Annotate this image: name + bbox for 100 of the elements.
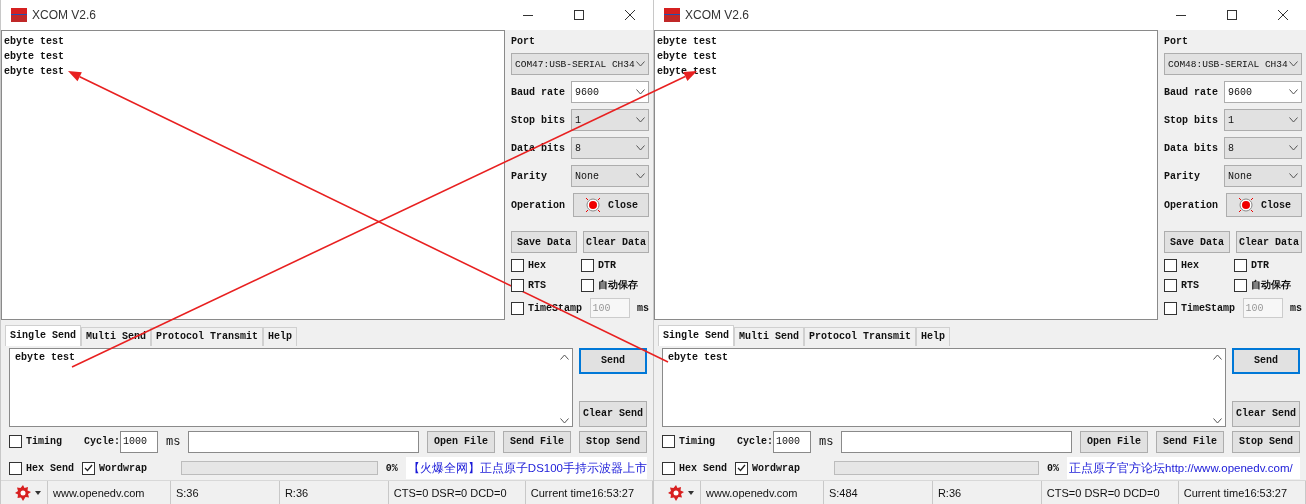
setting-select[interactable]: None (571, 165, 649, 187)
app-logo-icon (664, 8, 680, 22)
caret-icon[interactable] (35, 490, 41, 495)
setting-select[interactable]: 1 (571, 109, 649, 131)
close-icon (625, 10, 635, 20)
file-button[interactable]: Stop Send (1232, 430, 1300, 453)
clear-send-button[interactable]: Clear Send (579, 400, 647, 427)
file-button[interactable]: Open File (1080, 430, 1148, 453)
checkbox[interactable] (511, 278, 524, 292)
banner-link[interactable]: 正点原子官方论坛http://www.openedv.com/ (1067, 457, 1300, 480)
cycle-field[interactable]: 1000 (773, 430, 812, 453)
chevron-icon (1289, 117, 1298, 123)
status-field: S:36 (170, 481, 280, 504)
status-field: CTS=0 DSR=0 DCD=0 (388, 481, 526, 504)
tab[interactable]: Single Send (5, 324, 81, 346)
chevron-icon (636, 117, 645, 123)
tab[interactable]: Protocol Transmit (804, 326, 917, 346)
gear-icon[interactable] (668, 484, 684, 501)
unit-label: ms (1290, 302, 1302, 314)
status-field: www.openedv.com (701, 481, 824, 504)
file-button[interactable]: Send File (1156, 430, 1224, 453)
setting-select[interactable]: 9600 (1224, 81, 1302, 103)
gear-icon[interactable] (15, 484, 31, 501)
data-button[interactable]: Save Data (511, 231, 577, 253)
minimize-icon (1176, 14, 1186, 16)
checkbox-label: Hex Send (679, 462, 727, 474)
banner-link[interactable]: 【火爆全网】正点原子DS100手持示波器上市 (405, 457, 647, 480)
field-label: Baud rate (1164, 86, 1218, 98)
close-port-button[interactable]: Close (573, 193, 649, 217)
port-select[interactable]: COM48:USB-SERIAL CH34 (1164, 53, 1302, 75)
port-label: Port (511, 36, 536, 47)
received-line: ebyte test (4, 35, 64, 49)
tab[interactable]: Multi Send (734, 326, 805, 346)
port-select[interactable]: COM47:USB-SERIAL CH34 (511, 53, 649, 75)
checkbox[interactable] (735, 461, 748, 475)
checkbox[interactable] (581, 259, 594, 272)
setting-select[interactable]: 1 (1224, 109, 1302, 131)
checkbox-label: Wordwrap (99, 462, 148, 474)
close-port-button[interactable]: Close (1226, 193, 1302, 217)
checkbox-label: Timing (26, 436, 62, 448)
tab[interactable]: Protocol Transmit (151, 326, 264, 346)
status-field: R:36 (279, 481, 389, 504)
window-title: XCOM V2.6 (32, 8, 98, 22)
checkbox[interactable] (1164, 259, 1177, 272)
close-icon (1278, 10, 1288, 20)
operation-label: Operation (511, 199, 565, 211)
indicator-light-icon (1237, 196, 1255, 214)
file-button[interactable]: Send File (503, 430, 571, 453)
checkbox[interactable] (82, 461, 95, 475)
checkbox-label: DTR (1251, 260, 1269, 271)
received-line: ebyte test (4, 50, 64, 64)
file-path-field[interactable] (841, 430, 1072, 453)
checkbox[interactable] (581, 278, 594, 292)
checkbox[interactable] (9, 461, 22, 475)
send-text-field[interactable]: ebyte test (9, 347, 573, 427)
app-logo-icon (11, 8, 27, 22)
chevron-icon (1289, 61, 1298, 67)
checkbox-label: Hex (1181, 260, 1199, 271)
checkbox-label: Hex Send (26, 462, 74, 474)
received-line: ebyte test (657, 65, 717, 79)
checkbox[interactable] (1164, 278, 1177, 292)
chevron-icon (636, 145, 645, 151)
data-button[interactable]: Clear Data (583, 231, 649, 253)
window-title: XCOM V2.6 (685, 8, 751, 22)
setting-select[interactable]: 9600 (571, 81, 649, 103)
setting-select[interactable]: 8 (1224, 137, 1302, 159)
unit-label: ms (166, 434, 181, 449)
checkbox[interactable] (1234, 278, 1247, 292)
send-button[interactable]: Send (1232, 347, 1300, 374)
checkbox[interactable] (662, 435, 675, 449)
send-text-field[interactable]: ebyte test (662, 347, 1226, 427)
chevron-icon (1289, 173, 1298, 179)
cycle-field[interactable]: 1000 (120, 430, 159, 453)
maximize-icon (1227, 10, 1237, 20)
caret-icon[interactable] (688, 490, 694, 495)
file-button[interactable]: Stop Send (579, 430, 647, 453)
status-field: S:484 (823, 481, 933, 504)
file-button[interactable]: Open File (427, 430, 495, 453)
minimize-icon (523, 14, 533, 16)
clear-send-button[interactable]: Clear Send (1232, 400, 1300, 427)
setting-select[interactable]: None (1224, 165, 1302, 187)
checkbox[interactable] (9, 435, 22, 449)
data-button[interactable]: Clear Data (1236, 231, 1302, 253)
checkbox[interactable] (662, 461, 675, 475)
setting-select[interactable]: 8 (571, 137, 649, 159)
tab[interactable]: Help (916, 326, 951, 346)
checkbox-label: RTS (1181, 279, 1199, 291)
file-path-field[interactable] (188, 430, 419, 453)
send-button[interactable]: Send (579, 347, 647, 374)
chevron-icon (559, 353, 569, 360)
tab[interactable]: Help (263, 326, 298, 346)
tab[interactable]: Single Send (658, 324, 734, 346)
checkbox[interactable] (1234, 259, 1247, 272)
status-field: R:36 (932, 481, 1042, 504)
cycle-label: Cycle: (84, 436, 121, 448)
chevron-icon (1212, 353, 1222, 360)
checkbox[interactable] (511, 259, 524, 272)
data-button[interactable]: Save Data (1164, 231, 1230, 253)
chevron-icon (636, 61, 645, 67)
chevron-icon (1289, 89, 1298, 95)
